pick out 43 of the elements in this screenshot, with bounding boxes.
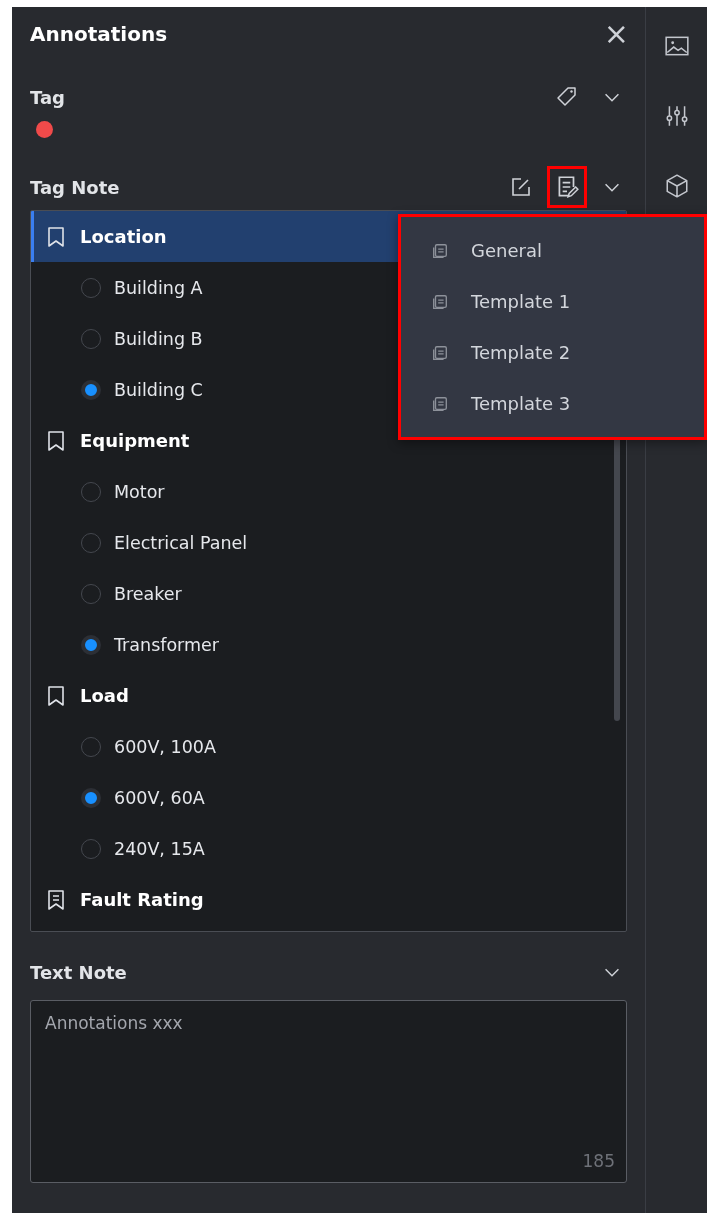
tag-color-dot[interactable] (36, 120, 53, 138)
template-button[interactable] (547, 166, 587, 208)
option-label: Building B (114, 328, 203, 349)
section-title: Tag (30, 86, 65, 108)
option-label: Building A (114, 277, 203, 298)
copy-icon (431, 394, 449, 413)
copy-icon (431, 292, 449, 311)
radio-button[interactable] (81, 787, 101, 808)
category-row[interactable]: Fault Rating (31, 874, 626, 925)
option-row[interactable]: Transformer (31, 619, 626, 670)
section-title: Text Note (30, 961, 127, 983)
edit-icon[interactable] (509, 175, 533, 199)
character-count: 185 (582, 1151, 615, 1171)
option-row[interactable]: Motor (31, 466, 626, 517)
option-label: 600V, 60A (114, 787, 205, 808)
option-row[interactable]: 600V, 60A (31, 772, 626, 823)
option-label: Electrical Panel (114, 532, 248, 553)
bookmark-icon (46, 684, 66, 707)
option-label: Breaker (114, 583, 182, 604)
option-label: 600V, 100A (114, 736, 216, 757)
menu-item[interactable]: Template 1 (401, 276, 704, 327)
copy-icon (431, 241, 449, 260)
radio-button[interactable] (81, 634, 101, 655)
option-label: Motor (114, 481, 165, 502)
category-row[interactable]: Load (31, 670, 626, 721)
option-row[interactable]: Electrical Panel (31, 517, 626, 568)
radio-button[interactable] (81, 379, 101, 400)
option-row[interactable]: 600V, 100A (31, 721, 626, 772)
menu-item[interactable]: Template 2 (401, 327, 704, 378)
option-row[interactable]: Breaker (31, 568, 626, 619)
option-row[interactable]: 240V, 15A (31, 823, 626, 874)
option-label: 240V, 15A (114, 838, 205, 859)
copy-icon (431, 343, 449, 362)
tag-icon[interactable] (555, 85, 579, 109)
close-button[interactable]: × (603, 19, 629, 49)
bookmark-icon (46, 429, 66, 452)
option-label: Transformer (114, 634, 219, 655)
panel-title: Annotations (30, 22, 168, 46)
bookmark-icon (46, 225, 66, 248)
bookmark-list-icon (46, 888, 66, 911)
option-label: Building C (114, 379, 203, 400)
cube-icon[interactable] (663, 173, 690, 199)
section-title: Tag Note (30, 176, 120, 198)
